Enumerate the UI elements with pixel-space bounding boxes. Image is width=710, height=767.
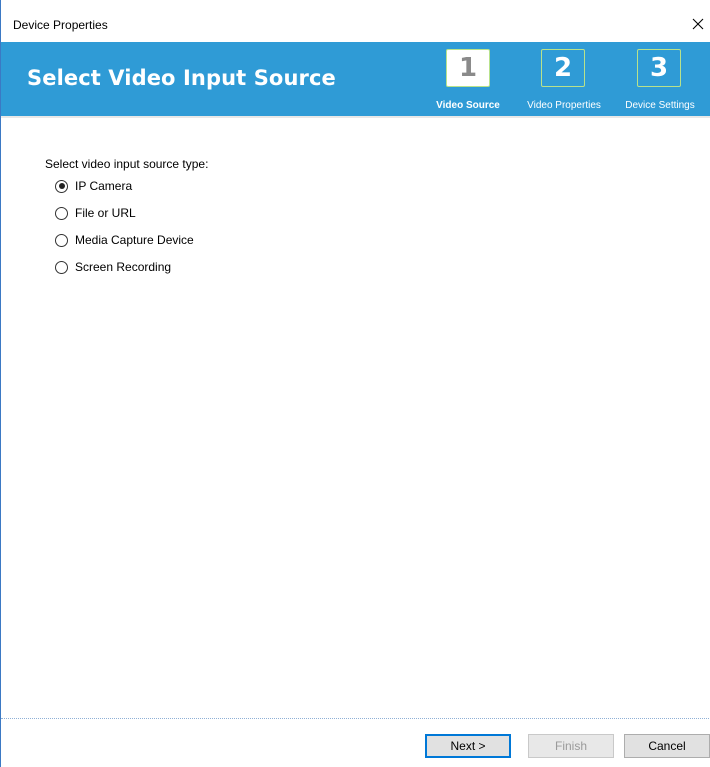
radio-label: Media Capture Device xyxy=(75,233,194,247)
radio-label: IP Camera xyxy=(75,179,133,193)
footer-divider xyxy=(1,718,710,719)
step-label: Device Settings xyxy=(625,100,695,111)
radio-screen-recording[interactable]: Screen Recording xyxy=(55,259,171,275)
cancel-button[interactable]: Cancel xyxy=(624,734,710,758)
wizard-header: Select Video Input Source 1 Video Source… xyxy=(1,42,710,116)
title-bar: Device Properties xyxy=(1,0,710,40)
radio-button[interactable] xyxy=(55,179,68,193)
close-icon xyxy=(692,18,704,30)
device-properties-window: Device Properties Select Video Input Sou… xyxy=(0,0,710,767)
source-type-prompt: Select video input source type: xyxy=(45,157,209,171)
step-label: Video Properties xyxy=(527,100,601,111)
radio-file-or-url[interactable]: File or URL xyxy=(55,205,136,221)
radio-button[interactable] xyxy=(55,233,68,247)
window-title: Device Properties xyxy=(13,18,108,32)
step-number-box: 1 xyxy=(446,49,490,87)
page-title: Select Video Input Source xyxy=(27,66,336,90)
close-button[interactable] xyxy=(685,13,710,35)
radio-label: File or URL xyxy=(75,206,136,220)
radio-ip-camera[interactable]: IP Camera xyxy=(55,178,132,194)
radio-label: Screen Recording xyxy=(75,260,172,274)
wizard-content: Select video input source type: IP Camer… xyxy=(1,118,710,746)
step-label: Video Source xyxy=(436,100,500,111)
next-button[interactable]: Next > xyxy=(425,734,511,758)
radio-button[interactable] xyxy=(55,206,68,220)
radio-media-capture-device[interactable]: Media Capture Device xyxy=(55,232,194,248)
step-number-box: 2 xyxy=(541,49,585,87)
step-number-box: 3 xyxy=(637,49,681,87)
finish-button[interactable]: Finish xyxy=(528,734,614,758)
radio-button[interactable] xyxy=(55,260,68,274)
